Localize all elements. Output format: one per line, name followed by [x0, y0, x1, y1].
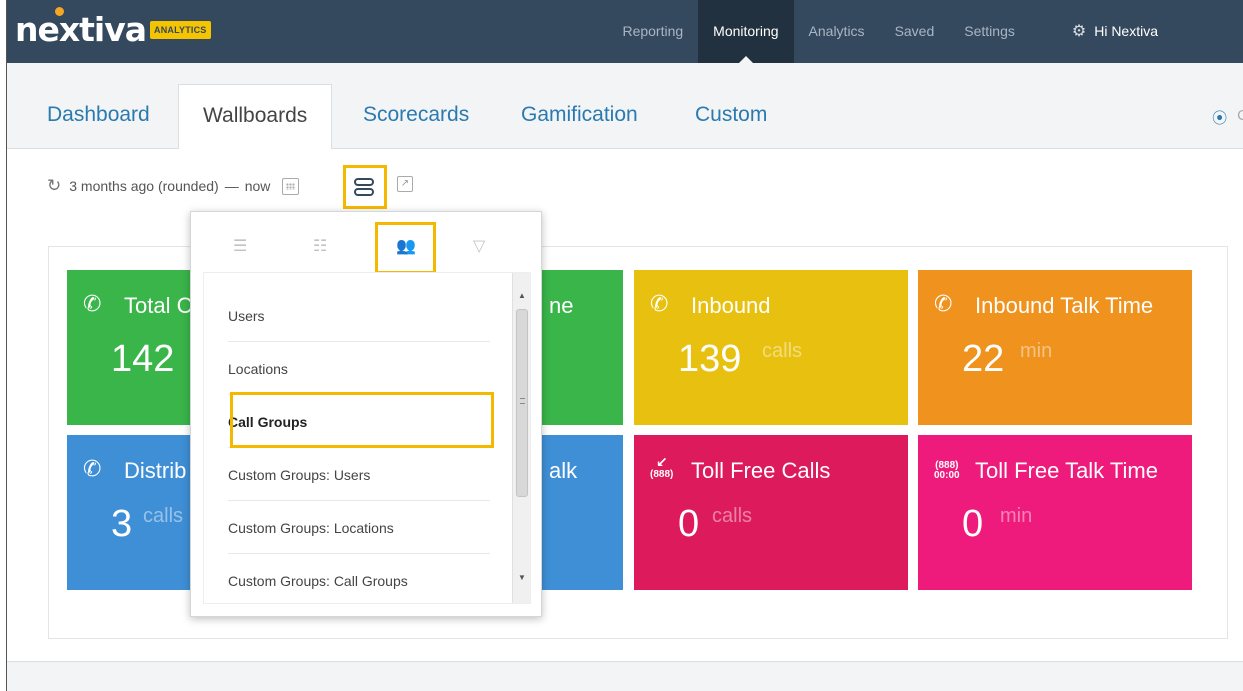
nav-monitoring[interactable]: Monitoring — [698, 0, 794, 63]
toll-free-icon: ↙ (888) — [650, 454, 674, 480]
list-checks-icon[interactable]: ☷ — [313, 236, 327, 256]
nav-settings[interactable]: Settings — [949, 0, 1030, 63]
option-custom-groups-call-groups[interactable]: Custom Groups: Call Groups — [228, 555, 490, 603]
phone-outgoing-icon: ✆ — [83, 456, 102, 481]
tile-title: Distrib — [124, 458, 187, 483]
tile-unit: min — [1020, 340, 1053, 362]
tab-dashboard[interactable]: Dashboard — [47, 84, 150, 149]
tile-title: Inbound — [691, 293, 771, 318]
tile-value: 0 — [962, 503, 984, 545]
calendar-icon[interactable] — [282, 177, 300, 195]
tile-title: Toll Free Calls — [691, 458, 831, 483]
main-nav: Reporting Monitoring Analytics Saved Set… — [607, 0, 1243, 63]
phone-incoming-icon: ✆ — [650, 291, 669, 316]
tile-unit: calls — [143, 505, 184, 527]
option-custom-groups-users[interactable]: Custom Groups: Users — [228, 449, 490, 501]
scroll-up-icon[interactable]: ▲ — [518, 291, 526, 300]
tile-title: Toll Free Talk Time — [975, 458, 1158, 483]
play-icon[interactable]: ⦿ — [1212, 107, 1227, 128]
phone-incoming-timer-icon: ✆ — [934, 291, 953, 316]
gear-icon: ⚙ — [1071, 23, 1087, 40]
call-groups-highlight — [230, 392, 494, 448]
scroll-thumb[interactable] — [516, 309, 528, 497]
group-by-dropdown: ☰ ☷ 👥 ▽ Users Locations Call Groups Cust… — [190, 211, 542, 617]
time-range-toolbar: ↻ 3 months ago (rounded) — now — [47, 176, 300, 196]
tab-custom[interactable]: Custom — [695, 84, 767, 149]
tile-inbound-talk-time[interactable]: ✆ Inbound Talk Time 22 min — [918, 270, 1192, 425]
app-frame: nextiva ANALYTICS Reporting Monitoring A… — [6, 0, 1243, 691]
tile-value: 142 — [111, 338, 175, 380]
range-separator: — — [224, 178, 239, 194]
range-end[interactable]: now — [245, 178, 271, 194]
nav-saved[interactable]: Saved — [880, 0, 950, 63]
scroll-down-icon[interactable]: ▼ — [518, 573, 526, 582]
tile-unit: min — [1000, 505, 1033, 527]
phone-sum-icon: ✆ — [83, 291, 102, 316]
tile-toll-free-talk-time[interactable]: (888) 00:00 Toll Free Talk Time 0 min — [918, 435, 1192, 590]
tab-scorecards[interactable]: Scorecards — [363, 84, 469, 149]
dropdown-scrollbar[interactable]: ▲ ▼ — [512, 273, 530, 603]
tile-title: Total C — [124, 293, 193, 318]
tab-wallboards[interactable]: Wallboards — [178, 84, 333, 150]
time-range-text[interactable]: 3 months ago (rounded) — [69, 178, 218, 194]
tab-gamification[interactable]: Gamification — [521, 84, 638, 149]
tile-title: ne — [549, 293, 574, 318]
tile-toll-free-calls[interactable]: ↙ (888) Toll Free Calls 0 calls — [634, 435, 908, 590]
option-locations[interactable]: Locations — [228, 343, 490, 395]
reload-icon[interactable]: ↻ — [47, 176, 61, 196]
tile-value: 22 — [962, 338, 1005, 380]
analytics-badge: ANALYTICS — [150, 21, 211, 39]
filter-icon[interactable]: ▽ — [473, 236, 485, 256]
list-icon[interactable]: ☰ — [233, 236, 247, 256]
toll-free-timer-icon: (888) 00:00 — [934, 460, 960, 481]
nav-analytics[interactable]: Analytics — [794, 0, 880, 63]
sub-tabs: Dashboard Wallboards Scorecards Gamifica… — [7, 63, 1243, 150]
export-icon[interactable]: ↗ — [397, 176, 413, 192]
group-by-icon[interactable] — [354, 177, 376, 197]
logo-wordmark: nextiva — [15, 6, 147, 49]
nav-reporting[interactable]: Reporting — [607, 0, 698, 63]
user-greeting: Hi Nextiva — [1094, 23, 1158, 39]
tile-value: 0 — [678, 503, 700, 545]
tile-inbound[interactable]: ✆ Inbound 139 calls — [634, 270, 908, 425]
tile-value: 139 — [678, 338, 742, 380]
tile-value: 3 — [111, 503, 133, 545]
user-menu[interactable]: ⚙ Hi Nextiva — [1030, 0, 1243, 63]
tile-unit: calls — [762, 340, 803, 362]
option-users[interactable]: Users — [228, 290, 490, 342]
tile-unit: calls — [712, 505, 753, 527]
dropdown-icon-tabs: ☰ ☷ 👥 ▽ — [191, 212, 543, 272]
top-nav-bar: nextiva ANALYTICS Reporting Monitoring A… — [7, 0, 1243, 63]
option-custom-groups-locations[interactable]: Custom Groups: Locations — [228, 502, 490, 554]
users-group-highlight — [375, 222, 436, 274]
refresh-icon[interactable]: C — [1237, 107, 1243, 128]
tile-title: Inbound Talk Time — [975, 293, 1154, 318]
nextiva-logo[interactable]: nextiva ANALYTICS — [15, 6, 211, 49]
tile-title: alk — [549, 458, 578, 483]
tab-actions: ⦿ C — [1212, 107, 1243, 128]
